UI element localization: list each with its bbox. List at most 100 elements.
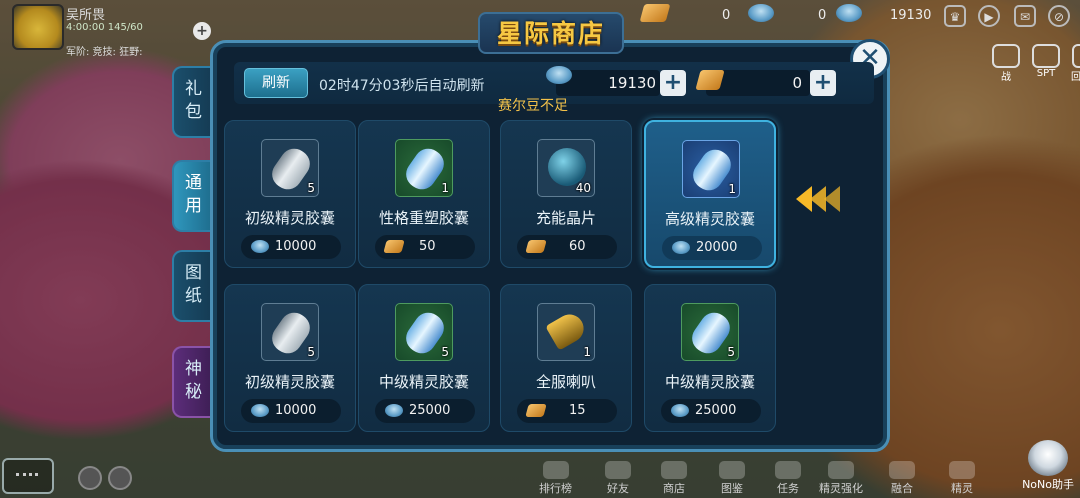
compass-icon[interactable] bbox=[78, 466, 102, 490]
diamond-icon bbox=[383, 240, 405, 253]
item-name: 全服喇叭 bbox=[535, 373, 596, 391]
item-price: 60 bbox=[569, 239, 586, 254]
shop-item-card[interactable]: 40 充能晶片 60 bbox=[500, 120, 632, 268]
home-base-label: 回基地 bbox=[1071, 72, 1080, 83]
item-name: 中级精灵胶囊 bbox=[664, 373, 755, 391]
trophy-icon[interactable]: ♛ bbox=[944, 5, 966, 27]
item-name: 初级精灵胶囊 bbox=[244, 209, 335, 227]
tab-gift-pack[interactable]: 礼包 bbox=[172, 66, 210, 138]
nav-label: 精灵 bbox=[951, 482, 973, 495]
tab-mystery[interactable]: 神秘 bbox=[172, 346, 210, 418]
shop-item-card[interactable]: 5 初级精灵胶囊 10000 bbox=[224, 120, 356, 268]
selection-arrow-icon bbox=[796, 184, 854, 214]
enhance-icon bbox=[828, 461, 854, 479]
seer-bean-icon bbox=[251, 404, 269, 417]
player-stats: 4:00:00 145/60 bbox=[66, 22, 143, 33]
spt-icon[interactable]: SPT bbox=[1028, 44, 1064, 79]
add-energy-button[interactable]: + bbox=[193, 22, 211, 40]
nav-tasks[interactable]: 任务 bbox=[775, 461, 801, 496]
shop-icon bbox=[661, 461, 687, 479]
medium-capsule-icon: 5 bbox=[681, 303, 739, 361]
shop-item-card[interactable]: 5 中级精灵胶囊 25000 bbox=[644, 284, 776, 432]
item-qty: 40 bbox=[575, 181, 591, 195]
play-icon[interactable]: ▶ bbox=[978, 5, 1000, 27]
item-name: 充能晶片 bbox=[535, 209, 596, 227]
shop-item-card-selected[interactable]: 1 高级精灵胶囊 20000 bbox=[644, 120, 776, 268]
shop-item-card[interactable]: 5 中级精灵胶囊 25000 bbox=[358, 284, 490, 432]
item-price: 25000 bbox=[409, 403, 451, 418]
seer-bean-balance: 19130 bbox=[608, 74, 656, 92]
spirits-icon bbox=[949, 461, 975, 479]
nav-label: 图鉴 bbox=[721, 482, 743, 495]
bottom-nav: 排行榜 好友 商店 图鉴 任务 精灵强化 融合 精灵 bbox=[525, 461, 1080, 498]
item-name: 性格重塑胶囊 bbox=[378, 209, 469, 227]
mail-icon[interactable]: ✉ bbox=[1014, 5, 1036, 27]
assistant-label: NoNo助手 bbox=[1022, 478, 1074, 491]
nav-ranking[interactable]: 排行榜 bbox=[539, 461, 572, 496]
spt-label: SPT bbox=[1036, 68, 1056, 79]
item-qty: 1 bbox=[441, 181, 449, 195]
ship-icon bbox=[836, 4, 862, 22]
price-tag: 20000 bbox=[662, 236, 762, 260]
seer-bean-icon bbox=[251, 240, 269, 253]
bottom-left-icons bbox=[78, 466, 138, 492]
diamond-icon bbox=[525, 240, 547, 253]
tab-general[interactable]: 通用 bbox=[172, 160, 210, 232]
ranking-icon bbox=[542, 461, 569, 479]
shop-item-card[interactable]: 1 全服喇叭 15 bbox=[500, 284, 632, 432]
item-price: 15 bbox=[569, 403, 586, 418]
player-avatar[interactable] bbox=[12, 4, 64, 50]
price-tag: 10000 bbox=[241, 399, 341, 423]
add-diamond-button[interactable]: + bbox=[810, 70, 836, 96]
shop-item-card[interactable]: 1 性格重塑胶囊 50 bbox=[358, 120, 490, 268]
top-ship-value: 19130 bbox=[890, 8, 932, 23]
diamond-balance: 0 bbox=[792, 74, 802, 92]
seer-bean-icon bbox=[748, 4, 774, 22]
item-qty: 5 bbox=[441, 345, 449, 359]
tasks-icon bbox=[775, 461, 801, 479]
refresh-button[interactable]: 刷新 bbox=[244, 68, 308, 98]
price-tag: 25000 bbox=[661, 399, 761, 423]
nav-enhance[interactable]: 精灵强化 bbox=[819, 461, 863, 496]
nav-spirits[interactable]: 精灵 bbox=[949, 461, 975, 496]
item-qty: 5 bbox=[307, 181, 315, 195]
item-price: 10000 bbox=[275, 403, 317, 418]
add-seer-bean-button[interactable]: + bbox=[660, 70, 686, 96]
horn-icon: 1 bbox=[537, 303, 595, 361]
home-base-icon[interactable]: 回基地 bbox=[1068, 44, 1080, 83]
item-qty: 5 bbox=[307, 345, 315, 359]
price-tag: 25000 bbox=[375, 399, 475, 423]
shop-title: 星际商店 bbox=[478, 12, 624, 54]
nav-friends[interactable]: 好友 bbox=[605, 461, 631, 496]
item-name: 高级精灵胶囊 bbox=[664, 210, 755, 228]
nav-label: 精灵强化 bbox=[819, 482, 863, 495]
medium-capsule-icon: 5 bbox=[395, 303, 453, 361]
tab-blueprint[interactable]: 图纸 bbox=[172, 250, 210, 322]
diamond-icon bbox=[525, 404, 547, 417]
nav-shop[interactable]: 商店 bbox=[661, 461, 687, 496]
item-qty: 1 bbox=[583, 345, 591, 359]
nav-label: 排行榜 bbox=[539, 482, 572, 495]
battle-icon[interactable]: 战 bbox=[988, 44, 1024, 83]
price-tag: 10000 bbox=[241, 235, 341, 259]
price-tag: 15 bbox=[517, 399, 617, 423]
item-qty: 5 bbox=[727, 345, 735, 359]
seer-bean-icon bbox=[546, 66, 572, 84]
player-tags: 军阶: 竞技: 狂野: bbox=[66, 47, 143, 58]
price-tag: 60 bbox=[517, 235, 617, 259]
nav-codex[interactable]: 图鉴 bbox=[719, 461, 745, 496]
battle-label: 战 bbox=[1001, 72, 1011, 83]
fusion-icon bbox=[889, 461, 915, 479]
gear-icon[interactable] bbox=[108, 466, 132, 490]
nono-robot-icon bbox=[1028, 440, 1069, 476]
chat-button[interactable] bbox=[2, 458, 54, 494]
settings-icon[interactable]: ⊘ bbox=[1048, 5, 1070, 27]
price-tag: 50 bbox=[375, 235, 475, 259]
nav-fusion[interactable]: 融合 bbox=[889, 461, 915, 496]
diamond-icon bbox=[639, 4, 671, 22]
shop-item-card[interactable]: 5 初级精灵胶囊 10000 bbox=[224, 284, 356, 432]
item-qty: 1 bbox=[728, 182, 736, 196]
player-name: 吴所畏 bbox=[66, 8, 106, 23]
basic-capsule-icon: 5 bbox=[261, 139, 319, 197]
nono-assistant[interactable]: NoNo助手 bbox=[1022, 440, 1074, 492]
